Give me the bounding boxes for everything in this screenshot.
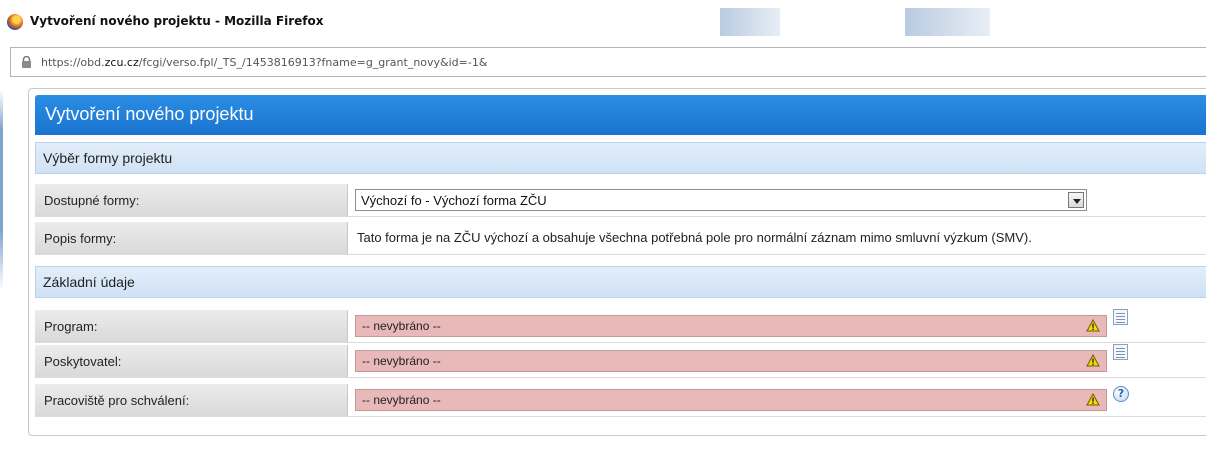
url-text[interactable]: https://obd.zcu.cz/fcgi/verso.fpl/_TS_/1… — [41, 56, 487, 69]
section-title: Základní údaje — [43, 274, 135, 290]
form-description-label-cell: Popis formy: — [35, 222, 348, 254]
row-form-description: Popis formy: Tato forma je na ZČU výchoz… — [35, 222, 1206, 255]
url-path: /fcgi/verso.fpl/_TS_/1453816913?fname=g_… — [138, 56, 488, 69]
program-label-cell: Program: — [35, 310, 348, 342]
warning-icon — [1086, 319, 1100, 332]
url-domain: zcu.cz — [104, 56, 139, 69]
approval-workplace-label: Pracoviště pro schválení: — [44, 393, 190, 408]
panel-header: Vytvoření nového projektu — [35, 95, 1206, 135]
section-basic-data: Základní údaje — [35, 266, 1206, 298]
section-form-selection: Výběr formy projektu — [35, 142, 1206, 174]
program-field[interactable]: -- nevybráno -- — [355, 315, 1107, 337]
list-icon[interactable] — [1113, 309, 1128, 325]
address-bar[interactable]: https://obd.zcu.cz/fcgi/verso.fpl/_TS_/1… — [10, 47, 1206, 77]
url-prefix: https://obd. — [41, 56, 105, 69]
row-available-forms: Dostupné formy: Výchozí fo - Výchozí for… — [35, 184, 1206, 217]
window-titlebar: Vytvoření nového projektu - Mozilla Fire… — [0, 0, 1206, 38]
background-decoration — [720, 8, 780, 36]
approval-workplace-field[interactable]: -- nevybráno -- — [355, 389, 1107, 411]
warning-icon — [1086, 354, 1100, 367]
provider-field[interactable]: -- nevybráno -- — [355, 350, 1107, 372]
program-value: -- nevybráno -- — [362, 319, 441, 333]
window-title: Vytvoření nového projektu - Mozilla Fire… — [30, 14, 324, 28]
row-provider: Poskytovatel: -- nevybráno -- — [35, 344, 1206, 378]
row-program: Program: -- nevybráno -- — [35, 309, 1206, 343]
available-forms-label: Dostupné formy: — [44, 193, 140, 208]
available-forms-value: Výchozí fo - Výchozí forma ZČU — [361, 193, 547, 208]
provider-label-cell: Poskytovatel: — [35, 345, 348, 377]
form-description-label: Popis formy: — [44, 231, 117, 246]
approval-workplace-value: -- nevybráno -- — [362, 393, 441, 407]
form-description-text: Tato forma je na ZČU výchozí a obsahuje … — [357, 230, 1032, 245]
section-title: Výběr formy projektu — [43, 150, 173, 166]
background-decoration — [905, 8, 990, 36]
provider-value: -- nevybráno -- — [362, 354, 441, 368]
lock-icon — [22, 56, 31, 68]
row-approval-workplace: Pracoviště pro schválení: -- nevybráno -… — [35, 384, 1206, 417]
help-icon[interactable]: ? — [1113, 386, 1129, 402]
warning-icon — [1086, 393, 1100, 406]
available-forms-select[interactable]: Výchozí fo - Výchozí forma ZČU — [355, 189, 1087, 211]
approval-workplace-label-cell: Pracoviště pro schválení: — [35, 384, 348, 416]
list-icon[interactable] — [1113, 344, 1128, 360]
provider-label: Poskytovatel: — [44, 354, 122, 369]
program-label: Program: — [44, 319, 98, 334]
firefox-logo-icon — [7, 14, 23, 30]
available-forms-label-cell: Dostupné formy: — [35, 184, 348, 216]
left-edge-accent — [0, 90, 3, 290]
chevron-down-icon[interactable] — [1068, 192, 1084, 208]
page-title: Vytvoření nového projektu — [45, 104, 254, 124]
